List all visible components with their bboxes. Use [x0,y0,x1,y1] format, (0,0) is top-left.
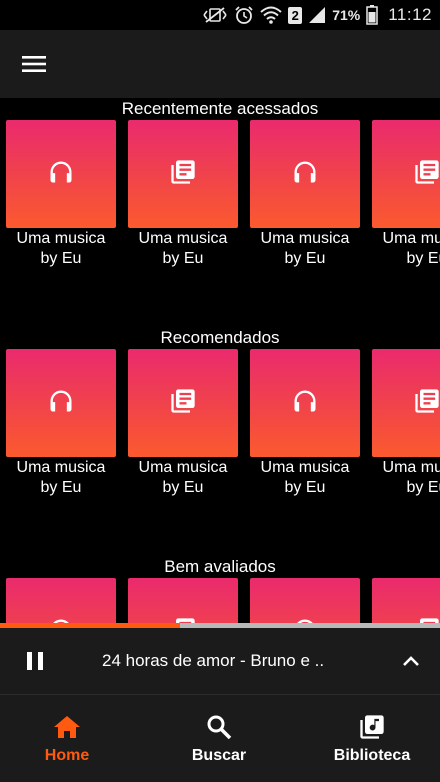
card-artwork[interactable] [372,120,440,228]
home-icon [12,713,122,741]
battery-percent: 71% [332,7,361,23]
card-row[interactable]: Uma musica by Eu Uma musica by Eu Uma mu… [6,120,440,280]
status-bar: 2 71% 11:12 [0,0,440,30]
card-title: Uma musica [260,230,350,247]
library-icon [413,616,440,623]
card-subtitle: by Eu [406,250,440,267]
pause-icon[interactable] [22,648,48,674]
section-title: Recentemente acessados [121,99,319,118]
card-title: Uma musica [382,230,440,247]
status-clock: 11:12 [388,5,432,24]
card-subtitle: by Eu [284,250,326,267]
card-title: Uma musica [260,459,350,476]
battery-icon [366,5,378,25]
headphones-icon [291,616,319,623]
nav-label-buscar: Buscar [191,747,247,764]
card-title: Uma musica [16,459,106,476]
media-card[interactable]: Uma musica by Eu [6,349,116,498]
card-artwork[interactable] [128,349,238,457]
search-icon [164,713,274,741]
card-artwork[interactable] [372,349,440,457]
section-title: Bem avaliados [164,557,276,576]
library-icon [413,158,440,191]
wifi-icon [260,6,282,24]
card-subtitle: by Eu [284,479,326,496]
card-title: Uma musica [16,230,106,247]
media-card[interactable] [250,578,360,623]
card-subtitle: by Eu [40,479,82,496]
app-bar [0,30,440,98]
sim-slot-badge: 2 [288,6,303,24]
cell-signal-icon [308,6,326,24]
headphones-icon [291,158,319,191]
media-card[interactable]: Uma musica by Eu [250,349,360,498]
card-artwork[interactable] [6,120,116,228]
chevron-up-icon[interactable] [398,648,424,674]
card-row[interactable] [6,578,440,623]
card-artwork[interactable] [6,349,116,457]
bottom-navigation: Home Buscar Biblioteca [0,695,440,782]
nav-label-home: Home [44,747,90,764]
mute-vibrate-icon [202,6,228,24]
now-playing-title[interactable]: 24 horas de amor - Bruno e .. [102,649,324,673]
media-card[interactable]: Uma musica by Eu [372,120,440,269]
card-row[interactable]: Uma musica by Eu Uma musica by Eu Uma mu… [6,349,440,509]
section-title: Recomendados [160,328,280,347]
card-artwork[interactable] [372,578,440,623]
media-card[interactable]: Uma musica by Eu [372,349,440,498]
card-subtitle: by Eu [162,250,204,267]
nav-item-biblioteca[interactable]: Biblioteca [317,713,427,765]
library-icon [169,387,197,420]
library-icon [169,616,197,623]
library-icon [169,158,197,191]
media-card[interactable] [6,578,116,623]
card-title: Uma musica [382,459,440,476]
alarm-icon [234,5,254,25]
media-card[interactable]: Uma musica by Eu [128,349,238,498]
headphones-icon [47,616,75,623]
media-card[interactable]: Uma musica by Eu [6,120,116,269]
card-artwork[interactable] [250,578,360,623]
library-music-icon [317,713,427,741]
headphones-icon [291,387,319,420]
nav-item-home[interactable]: Home [12,713,122,765]
media-card[interactable] [128,578,238,623]
card-artwork[interactable] [250,120,360,228]
card-artwork[interactable] [128,120,238,228]
card-title: Uma musica [138,459,228,476]
card-subtitle: by Eu [40,250,82,267]
card-title: Uma musica [138,230,228,247]
card-artwork[interactable] [6,578,116,623]
status-icons: 2 71% 11:12 [202,4,432,26]
library-icon [413,387,440,420]
mini-player[interactable]: 24 horas de amor - Bruno e .. [0,628,440,694]
media-card[interactable] [372,578,440,623]
card-artwork[interactable] [250,349,360,457]
media-card[interactable]: Uma musica by Eu [128,120,238,269]
card-subtitle: by Eu [406,479,440,496]
headphones-icon [47,387,75,420]
nav-label-biblioteca: Biblioteca [333,747,411,764]
media-card[interactable]: Uma musica by Eu [250,120,360,269]
hamburger-menu-icon[interactable] [16,46,52,82]
card-artwork[interactable] [128,578,238,623]
home-content[interactable]: Recentemente acessados Uma musica by Eu … [0,98,440,623]
headphones-icon [47,158,75,191]
card-subtitle: by Eu [162,479,204,496]
nav-item-buscar[interactable]: Buscar [164,713,274,765]
